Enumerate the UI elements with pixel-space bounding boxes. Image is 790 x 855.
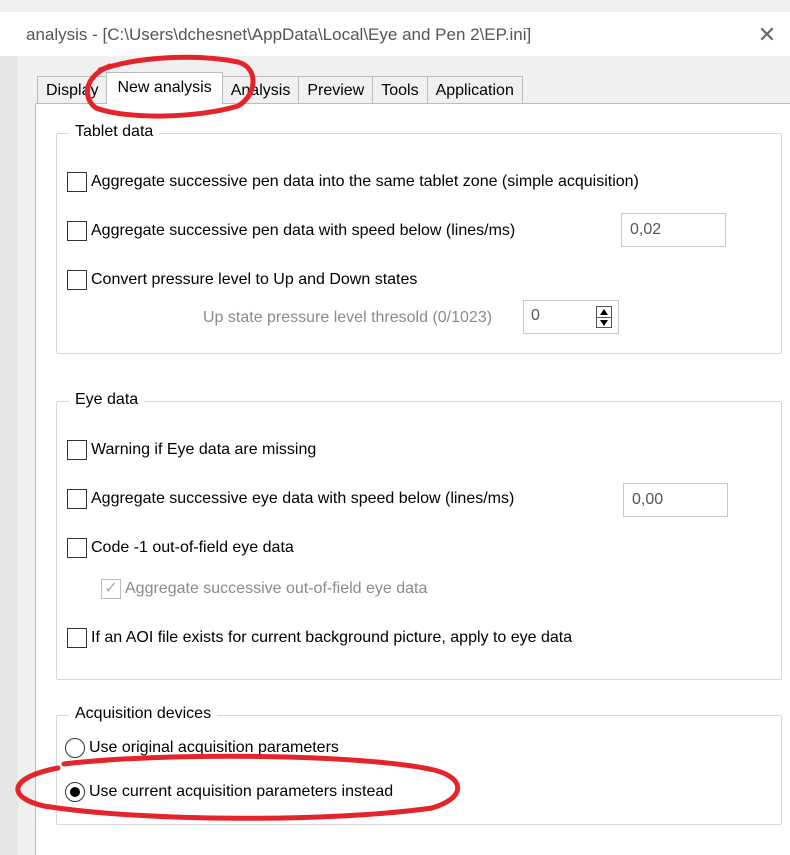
tab-analysis[interactable]: Analysis: [221, 76, 300, 104]
convert-pressure-row[interactable]: Convert pressure level to Up and Down st…: [67, 270, 417, 290]
aggregate-eye-speed-label: Aggregate successive eye data with speed…: [91, 490, 515, 507]
spin-up-icon[interactable]: [597, 307, 611, 317]
aoi-apply-checkbox[interactable]: [67, 628, 87, 648]
aggregate-eye-speed-row[interactable]: Aggregate successive eye data with speed…: [67, 489, 514, 509]
tab-preview[interactable]: Preview: [298, 76, 374, 104]
warning-missing-checkbox[interactable]: [67, 440, 87, 460]
pressure-threshold-label: Up state pressure level thresold (0/1023…: [203, 309, 493, 326]
use-current-row[interactable]: Use current acquisition parameters inste…: [65, 782, 393, 802]
aggregate-out-of-field-row: ✓ Aggregate successive out-of-field eye …: [101, 579, 427, 599]
pressure-threshold-value: 0: [531, 307, 540, 324]
aoi-apply-label: If an AOI file exists for current backgr…: [91, 629, 573, 646]
tab-new-analysis[interactable]: New analysis: [106, 72, 223, 104]
tab-application[interactable]: Application: [426, 76, 523, 104]
aggregate-pen-speed-row[interactable]: Aggregate successive pen data with speed…: [67, 221, 515, 241]
aoi-apply-row[interactable]: If an AOI file exists for current backgr…: [67, 628, 572, 648]
eye-data-legend: Eye data: [69, 391, 145, 409]
check-icon: ✓: [104, 580, 118, 597]
acquisition-devices-legend: Acquisition devices: [69, 705, 218, 723]
top-strip: [0, 0, 790, 12]
warning-missing-row[interactable]: Warning if Eye data are missing: [67, 440, 316, 460]
aggregate-out-of-field-checkbox: ✓: [101, 579, 121, 599]
tab-display[interactable]: Display: [37, 76, 108, 104]
convert-pressure-checkbox[interactable]: [67, 270, 87, 290]
window-left-edge: [0, 56, 18, 855]
use-original-radio[interactable]: [65, 738, 85, 758]
spin-down-icon[interactable]: [597, 316, 611, 328]
new-analysis-panel: Tablet data Aggregate successive pen dat…: [35, 103, 790, 855]
options-dialog: analysis - [C:\Users\dchesnet\AppData\Lo…: [0, 0, 790, 855]
spin-buttons: [596, 306, 612, 328]
aggregate-pen-zone-checkbox[interactable]: [67, 172, 87, 192]
aggregate-pen-zone-row[interactable]: Aggregate successive pen data into the s…: [67, 172, 639, 192]
title-bar: analysis - [C:\Users\dchesnet\AppData\Lo…: [0, 12, 790, 56]
use-original-label: Use original acquisition parameters: [89, 739, 339, 756]
close-icon[interactable]: ✕: [752, 22, 782, 48]
radio-selected-dot: [70, 787, 80, 797]
aggregate-pen-speed-checkbox[interactable]: [67, 221, 87, 241]
use-current-radio[interactable]: [65, 782, 85, 802]
code-out-of-field-row[interactable]: Code -1 out-of-field eye data: [67, 538, 294, 558]
use-original-row[interactable]: Use original acquisition parameters: [65, 738, 339, 758]
tab-strip: Display New analysis Analysis Preview To…: [37, 72, 523, 104]
aggregate-out-of-field-label: Aggregate successive out-of-field eye da…: [125, 580, 428, 597]
window-title: analysis - [C:\Users\dchesnet\AppData\Lo…: [26, 25, 532, 44]
warning-missing-label: Warning if Eye data are missing: [91, 441, 317, 458]
code-out-of-field-label: Code -1 out-of-field eye data: [91, 539, 294, 556]
aggregate-pen-speed-label: Aggregate successive pen data with speed…: [91, 222, 516, 239]
pressure-threshold-spinner[interactable]: 0: [523, 300, 619, 334]
convert-pressure-label: Convert pressure level to Up and Down st…: [91, 271, 418, 288]
aggregate-pen-zone-label: Aggregate successive pen data into the s…: [91, 173, 639, 190]
tab-tools[interactable]: Tools: [372, 76, 428, 104]
code-out-of-field-checkbox[interactable]: [67, 538, 87, 558]
use-current-label: Use current acquisition parameters inste…: [89, 783, 394, 800]
tablet-data-legend: Tablet data: [69, 123, 160, 141]
acquisition-devices-group: Acquisition devices: [56, 705, 782, 825]
pen-speed-input[interactable]: 0,02: [621, 213, 726, 247]
aggregate-eye-speed-checkbox[interactable]: [67, 489, 87, 509]
eye-speed-input[interactable]: 0,00: [623, 483, 728, 517]
